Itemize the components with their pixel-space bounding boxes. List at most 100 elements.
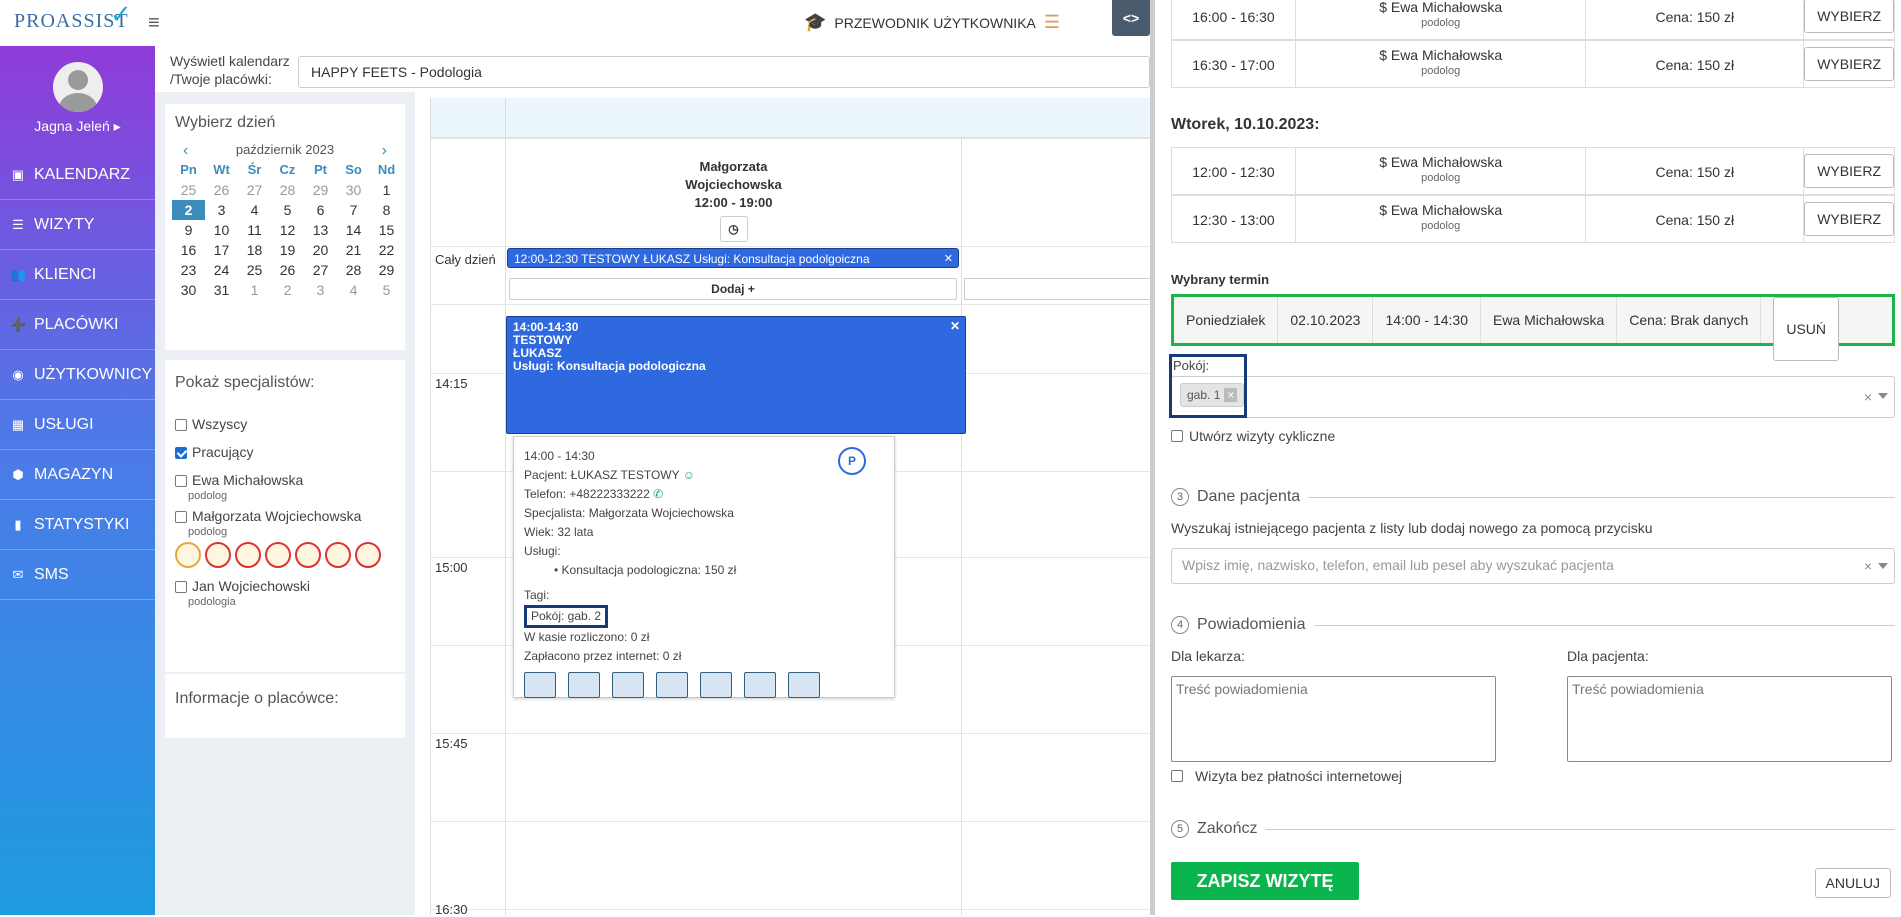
calendar-day[interactable]: 28 [271,180,304,200]
calendar-day[interactable]: 27 [238,180,271,200]
nav-item-statystyki[interactable]: ▮ STATYSTYKI [0,500,155,550]
calendar-day[interactable]: 21 [337,240,370,260]
nav-item-placowki[interactable]: ➕ PLACÓWKI [0,300,155,350]
chevron-down-icon[interactable] [1878,563,1888,569]
calendar-day[interactable]: 4 [337,280,370,300]
no-online-payment-checkbox[interactable]: Wizyta bez płatności internetowej [1171,768,1402,784]
cash-register-icon[interactable] [788,672,820,698]
select-slot-button[interactable]: WYBIERZ [1804,47,1894,81]
calendar-day[interactable]: 8 [370,200,403,220]
clear-icon[interactable]: × [1864,558,1872,574]
cyclic-visits-checkbox[interactable]: Utwórz wizyty cykliczne [1171,428,1335,444]
cancel-button[interactable]: ANULUJ [1814,868,1891,898]
calendar-day[interactable]: 25 [238,260,271,280]
close-icon[interactable]: ✕ [950,320,960,333]
calendar-day[interactable]: 12 [271,220,304,240]
calendar-day[interactable]: 27 [304,260,337,280]
calendar-day[interactable]: 16 [172,240,205,260]
checkbox[interactable] [175,475,187,487]
all-day-event[interactable]: 12:00-12:30 TESTOWY ŁUKASZ Usługi: Konsu… [507,248,959,268]
calendar-day[interactable]: 15 [370,220,403,240]
calendar-day[interactable]: 4 [238,200,271,220]
hamburger-menu-icon[interactable]: ≡ [148,12,160,35]
logo[interactable]: PROASSIST ✓ [14,0,132,33]
calendar-day[interactable]: 28 [337,260,370,280]
clock-icon[interactable]: ◷ [719,216,748,242]
nav-item-klienci[interactable]: 👥 KLIENCI [0,250,155,300]
document-edit-icon[interactable] [656,672,688,698]
room-select[interactable]: gab. 1 × × [1171,376,1895,418]
calendar-day[interactable]: 11 [238,220,271,240]
calendar-day[interactable]: 1 [238,280,271,300]
clear-icon[interactable]: × [1864,389,1872,405]
checkbox[interactable] [175,581,187,593]
nav-item-wizyty[interactable]: ☰ WIZYTY [0,200,155,250]
calendar-day[interactable]: 29 [370,260,403,280]
save-visit-button[interactable]: ZAPISZ WIZYTĘ [1171,862,1359,900]
toggle-panel-button[interactable]: <> [1112,0,1150,36]
facility-select[interactable]: HAPPY FEETS - Podologia [298,56,1150,88]
remove-slot-button[interactable]: USUŃ [1773,297,1839,361]
add-appointment-button[interactable]: Dodaj + [509,278,957,300]
phone-icon[interactable]: ✆ [653,487,663,501]
calendar-day[interactable]: 26 [271,260,304,280]
calendar-day[interactable]: 23 [172,260,205,280]
calendar-day[interactable]: 5 [370,280,403,300]
calendar-day[interactable]: 26 [205,180,238,200]
nav-item-sms[interactable]: ✉ SMS [0,550,155,600]
calendar-day[interactable]: 24 [205,260,238,280]
checkbox[interactable] [1171,770,1183,782]
doctor-info-icon[interactable] [744,672,776,698]
nav-item-uslugi[interactable]: ▦ USŁUGI [0,400,155,450]
calendar-day[interactable]: 17 [205,240,238,260]
calendar-day[interactable]: 22 [370,240,403,260]
calendar-day[interactable]: 7 [337,200,370,220]
appointment-event[interactable]: 14:00-14:30 TESTOWY ŁUKASZ Usługi: Konsu… [506,316,966,434]
calendar-day[interactable]: 19 [271,240,304,260]
calendar-day[interactable]: 3 [205,200,238,220]
calendar-day[interactable]: 6 [304,200,337,220]
select-slot-button[interactable]: WYBIERZ [1804,0,1894,33]
calendar-day[interactable]: 25 [172,180,205,200]
calendar-day[interactable]: 14 [337,220,370,240]
nav-item-uzytkownicy[interactable]: ◉ UŻYTKOWNICY [0,350,155,400]
select-slot-button[interactable]: WYBIERZ [1804,202,1894,236]
doctor-notification-textarea[interactable]: Treść powiadomienia [1171,676,1496,762]
chevron-down-icon[interactable] [1878,393,1888,399]
calendar-day[interactable]: 29 [304,180,337,200]
checkbox[interactable] [175,419,187,431]
message-icon[interactable] [568,672,600,698]
calendar-day[interactable]: 30 [337,180,370,200]
checkbox[interactable] [175,511,187,523]
calendar-day[interactable]: 30 [172,280,205,300]
patient-notification-textarea[interactable]: Treść powiadomienia [1567,676,1892,762]
calendar-day[interactable]: 10 [205,220,238,240]
calendar-day[interactable]: 18 [238,240,271,260]
nav-item-kalendarz[interactable]: ▣ KALENDARZ [0,150,155,200]
calendar-day[interactable]: 9 [172,220,205,240]
user-guide-link[interactable]: 🎓 PRZEWODNIK UŻYTKOWNIKA ☰ [804,12,1060,33]
folder-icon[interactable] [524,672,556,698]
add-appointment-button-2[interactable] [964,278,1154,300]
select-slot-button[interactable]: WYBIERZ [1804,154,1894,188]
id-card-icon[interactable] [700,672,732,698]
calendar-day[interactable]: 13 [304,220,337,240]
checkbox[interactable] [175,447,187,459]
prev-month-button[interactable]: ‹ [183,142,188,160]
calendar-day[interactable]: 3 [304,280,337,300]
nav-item-magazyn[interactable]: ⬢ MAGAZYN [0,450,155,500]
clipboard-check-icon[interactable] [612,672,644,698]
calendar-day[interactable]: 31 [205,280,238,300]
calendar-day[interactable]: 1 [370,180,403,200]
avatar[interactable] [53,62,103,112]
checkbox[interactable] [1171,430,1183,442]
calendar-day[interactable]: 2 [271,280,304,300]
calendar-day[interactable]: 20 [304,240,337,260]
user-name[interactable]: Jagna Jeleń ▸ [0,118,155,135]
p-badge[interactable]: P [838,447,866,475]
specialist-filter-working[interactable]: Pracujący [165,438,405,466]
calendar-day[interactable]: 2 [172,200,205,220]
next-month-button[interactable]: › [382,142,387,160]
calendar-day[interactable]: 5 [271,200,304,220]
specialist-filter-all[interactable]: Wszyscy [165,410,405,438]
